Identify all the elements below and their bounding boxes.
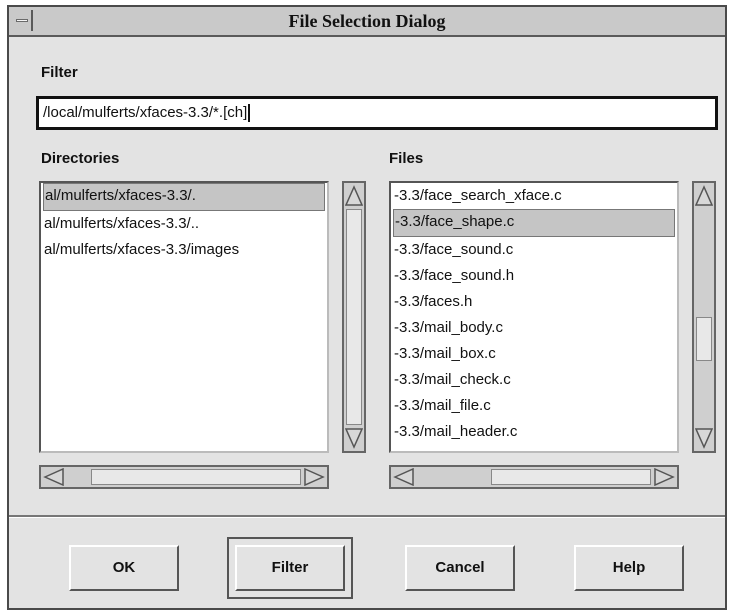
title-bar[interactable]: File Selection Dialog [9,7,725,37]
directories-hscroll-thumb[interactable] [91,469,301,485]
directories-label: Directories [41,150,120,167]
directory-item[interactable]: al/mulferts/xfaces-3.3/images [41,237,327,263]
directories-vscroll-thumb[interactable] [346,209,362,425]
filter-label: Filter [41,64,78,81]
down-triangle-icon[interactable] [695,427,713,449]
right-triangle-icon[interactable] [303,468,325,486]
files-hscrollbar[interactable] [389,465,679,489]
filter-button[interactable]: Filter [227,537,353,599]
text-caret [248,104,251,123]
window-title: File Selection Dialog [288,11,446,31]
filter-input-text: /local/mulferts/xfaces-3.3/*.[ch] [43,104,248,121]
files-vscroll-thumb[interactable] [696,317,712,361]
file-selection-dialog: File Selection Dialog Filter /local/mulf… [7,5,727,610]
file-item[interactable]: -3.3/mail_check.c [391,367,677,393]
file-item[interactable]: -3.3/mail_header.c [391,419,677,445]
directories-hscrollbar[interactable] [39,465,329,489]
directories-list[interactable]: al/mulferts/xfaces-3.3/. al/mulferts/xfa… [39,181,329,453]
left-triangle-icon[interactable] [393,468,415,486]
file-item[interactable]: -3.3/mail_file.c [391,393,677,419]
up-triangle-icon[interactable] [695,185,713,207]
files-list[interactable]: -3.3/face_search_xface.c -3.3/face_shape… [389,181,679,453]
directory-item[interactable]: al/mulferts/xfaces-3.3/.. [41,211,327,237]
file-item[interactable]: -3.3/face_sound.c [391,237,677,263]
files-label: Files [389,150,424,167]
left-triangle-icon[interactable] [43,468,65,486]
file-item[interactable]: -3.3/faces.h [391,289,677,315]
cancel-button[interactable]: Cancel [405,545,515,591]
file-item[interactable]: -3.3/face_sound.h [391,263,677,289]
file-item[interactable]: -3.3/face_shape.c [393,209,675,237]
file-item[interactable]: -3.3/mail_box.c [391,341,677,367]
filter-input[interactable]: /local/mulferts/xfaces-3.3/*.[ch] [36,96,718,130]
file-item[interactable]: -3.3/face_search_xface.c [391,183,677,209]
down-triangle-icon[interactable] [345,427,363,449]
right-triangle-icon[interactable] [653,468,675,486]
file-item[interactable]: -3.3/mail_body.c [391,315,677,341]
button-area-separator [9,515,725,518]
directories-vscrollbar[interactable] [342,181,366,453]
directory-item[interactable]: al/mulferts/xfaces-3.3/. [43,183,325,211]
files-vscrollbar[interactable] [692,181,716,453]
up-triangle-icon[interactable] [345,185,363,207]
ok-button[interactable]: OK [69,545,179,591]
files-hscroll-thumb[interactable] [491,469,651,485]
help-button[interactable]: Help [574,545,684,591]
